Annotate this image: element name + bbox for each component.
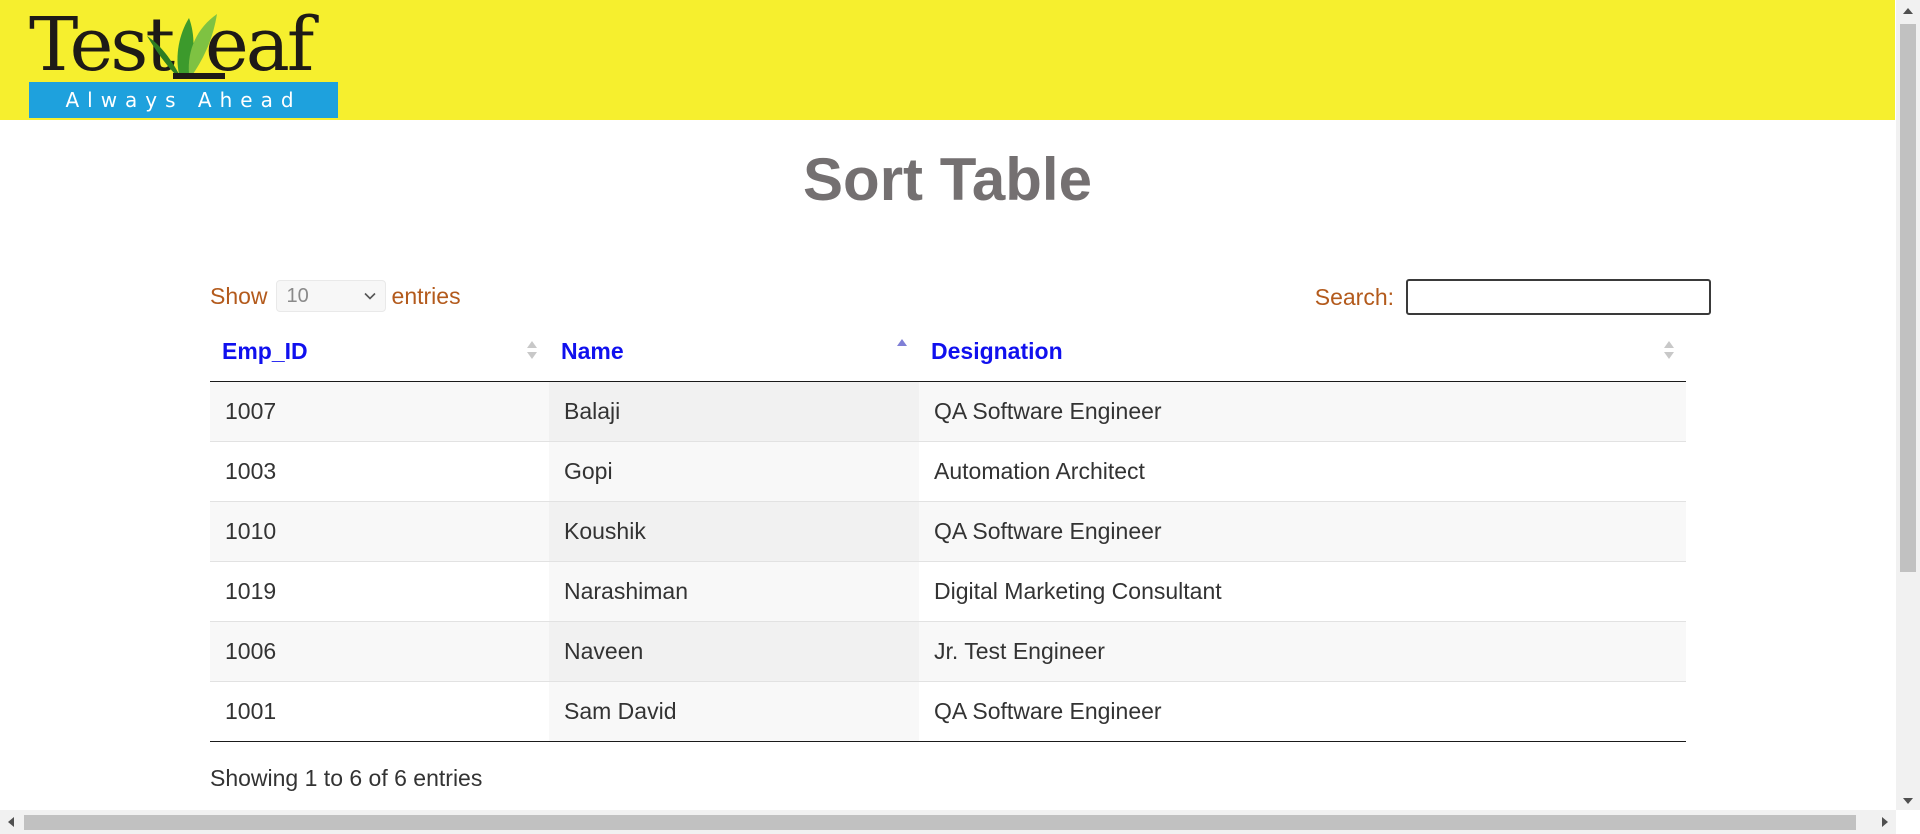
chevron-down-icon	[363, 292, 376, 300]
cell-emp-id: 1007	[210, 382, 549, 441]
logo-wordmark: Test eaf	[29, 2, 339, 88]
scroll-up-icon[interactable]	[1903, 8, 1913, 14]
svg-text:eaf: eaf	[205, 4, 319, 82]
table-row: 1010 Koushik QA Software Engineer	[210, 502, 1686, 562]
cell-emp-id: 1019	[210, 562, 549, 621]
cell-name: Narashiman	[549, 562, 919, 621]
cell-designation: Digital Marketing Consultant	[919, 562, 1686, 621]
table-row: 1001 Sam David QA Software Engineer	[210, 682, 1686, 742]
column-header-designation[interactable]: Designation	[919, 322, 1686, 381]
column-header-emp-id[interactable]: Emp_ID	[210, 322, 549, 381]
cell-name: Gopi	[549, 442, 919, 501]
cell-name: Sam David	[549, 682, 919, 741]
horizontal-scroll-thumb[interactable]	[24, 815, 1856, 830]
entries-label: entries	[391, 282, 461, 309]
table-row: 1003 Gopi Automation Architect	[210, 442, 1686, 502]
search-label: Search:	[1314, 283, 1394, 310]
vertical-scroll-thumb[interactable]	[1900, 24, 1916, 572]
logo-tagline: Always Ahead	[29, 82, 338, 118]
cell-name: Koushik	[549, 502, 919, 561]
search-control: Search:	[1315, 279, 1711, 315]
show-label: Show	[210, 282, 268, 309]
scroll-right-icon[interactable]	[1882, 817, 1888, 827]
search-input[interactable]	[1406, 279, 1711, 315]
sort-both-icon	[1664, 341, 1674, 359]
column-header-label: Emp_ID	[222, 338, 308, 364]
cell-emp-id: 1001	[210, 682, 549, 741]
page-length-value: 10	[286, 284, 309, 307]
table-row: 1006 Naveen Jr. Test Engineer	[210, 622, 1686, 682]
table-header: Emp_ID Name Designation	[210, 322, 1686, 382]
column-header-name[interactable]: Name	[549, 322, 919, 381]
employee-table: Emp_ID Name Designation 1007 Balaji QA S…	[210, 322, 1686, 742]
sort-ascending-icon	[897, 339, 907, 346]
cell-designation: QA Software Engineer	[919, 682, 1686, 741]
table-row: 1019 Narashiman Digital Marketing Consul…	[210, 562, 1686, 622]
page-length-select[interactable]: 10	[275, 280, 386, 312]
logo-wordmark-art: Test eaf	[29, 2, 322, 88]
scroll-down-icon[interactable]	[1903, 798, 1913, 804]
column-header-label: Name	[561, 338, 624, 364]
page-length-control: Show 10 entries	[210, 280, 461, 312]
cell-designation: QA Software Engineer	[919, 382, 1686, 441]
cell-name: Balaji	[549, 382, 919, 441]
scroll-left-icon[interactable]	[8, 817, 14, 827]
vertical-scrollbar[interactable]	[1896, 0, 1920, 810]
cell-emp-id: 1010	[210, 502, 549, 561]
testleaf-logo[interactable]: Test eaf Always Ahead	[29, 2, 339, 118]
cell-emp-id: 1006	[210, 622, 549, 681]
cell-name: Naveen	[549, 622, 919, 681]
cell-designation: Jr. Test Engineer	[919, 622, 1686, 681]
table-info: Showing 1 to 6 of 6 entries	[210, 765, 483, 791]
page-title: Sort Table	[803, 146, 1092, 213]
site-header: Test eaf Always Ahead	[0, 0, 1895, 120]
cell-emp-id: 1003	[210, 442, 549, 501]
table-row: 1007 Balaji QA Software Engineer	[210, 382, 1686, 442]
cell-designation: Automation Architect	[919, 442, 1686, 501]
cell-designation: QA Software Engineer	[919, 502, 1686, 561]
horizontal-scrollbar[interactable]	[0, 810, 1896, 834]
sort-both-icon	[527, 341, 537, 359]
column-header-label: Designation	[931, 338, 1063, 364]
